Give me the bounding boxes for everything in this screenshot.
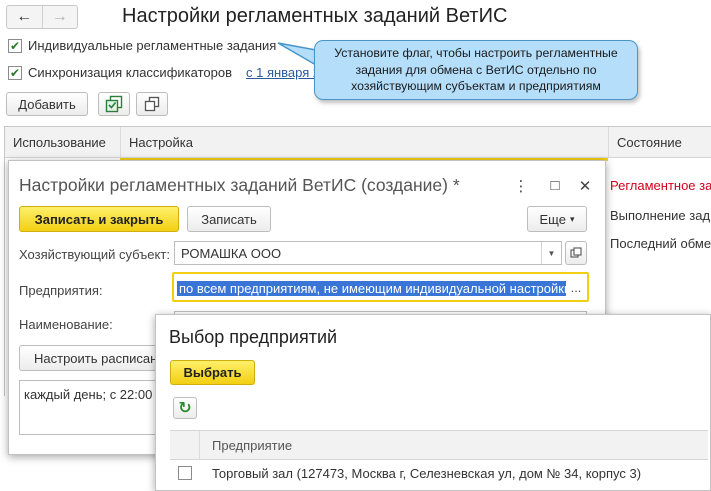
tooltip-pointer [277, 42, 317, 67]
close-icon[interactable]: ✕ [577, 177, 593, 195]
schedule-text-area[interactable]: каждый день; с 22:00 [19, 380, 159, 435]
column-header-setting[interactable]: Настройка [120, 127, 608, 158]
forward-arrow-icon[interactable]: → [41, 6, 78, 28]
status-text-0: Регламентное за [610, 178, 711, 193]
column-header-enterprise[interactable]: Предприятие [212, 438, 292, 453]
enterprises-select-button[interactable]: ... [567, 277, 585, 297]
select-button[interactable]: Выбрать [170, 360, 255, 385]
table-row[interactable]: Торговый зал (127473, Москва г, Селезнев… [170, 460, 708, 488]
status-text-2: Последний обме [610, 236, 711, 251]
configure-schedule-button[interactable]: Настроить расписан [19, 345, 159, 371]
more-button[interactable]: Еще ▾ [527, 206, 587, 232]
select-enterprises-dialog: Выбор предприятий Выбрать ↻ Предприятие … [155, 314, 711, 491]
individual-tasks-label: Индивидуальные регламентные задания [28, 38, 277, 53]
sync-classifiers-checkbox[interactable]: ✔ [8, 65, 22, 80]
copy-list-icon [105, 95, 123, 113]
column-header-status[interactable]: Состояние [608, 127, 711, 158]
checkbox-column-header [170, 431, 200, 459]
chevron-down-icon: ▾ [569, 213, 575, 224]
add-button[interactable]: Добавить [6, 92, 88, 116]
save-button[interactable]: Записать [187, 206, 271, 232]
column-header-usage[interactable]: Использование [5, 127, 120, 158]
hint-tooltip: Установите флаг, чтобы настроить регламе… [314, 40, 638, 100]
enterprises-table-header: Предприятие [170, 430, 708, 460]
refresh-icon[interactable]: ↻ [173, 397, 197, 419]
sync-classifiers-row: ✔ Синхронизация классификаторов с 1 янва… [8, 65, 320, 80]
maximize-icon[interactable]: □ [547, 177, 563, 194]
copy-button[interactable] [136, 92, 168, 116]
hint-text: Установите флаг, чтобы настроить регламе… [334, 46, 618, 94]
individual-tasks-row: ✔ Индивидуальные регламентные задания [8, 38, 276, 53]
more-actions-icon[interactable]: ⋮ [513, 177, 529, 195]
subject-label: Хозяйствующий субъект: [19, 247, 170, 262]
more-button-label: Еще [539, 211, 566, 227]
sync-classifiers-label: Синхронизация классификаторов [28, 65, 232, 80]
settings-dialog-title: Настройки регламентных заданий ВетИС (со… [19, 175, 460, 195]
schedule-text: каждый день; с 22:00 [24, 387, 153, 402]
copy-icon [144, 96, 160, 112]
page-title: Настройки регламентных заданий ВетИС [122, 5, 508, 27]
enterprises-label: Предприятия: [19, 283, 103, 298]
individual-tasks-checkbox[interactable]: ✔ [8, 38, 22, 53]
status-text-1: Выполнение зад [610, 208, 711, 223]
open-subject-button[interactable] [565, 241, 587, 265]
copy-list-button[interactable] [98, 92, 130, 116]
subject-field[interactable]: РОМАШКА ООО ▼ [174, 241, 562, 265]
enterprises-field[interactable]: по всем предприятиям, не имеющим индивид… [177, 277, 566, 299]
select-enterprises-title: Выбор предприятий [169, 327, 338, 347]
back-arrow-icon[interactable]: ← [7, 6, 42, 28]
navigation-buttons: ← → [6, 5, 78, 29]
subject-value: РОМАШКА ООО [181, 245, 282, 261]
enterprise-name: Торговый зал (127473, Москва г, Селезнев… [212, 466, 642, 481]
open-icon [570, 247, 582, 258]
save-and-close-button[interactable]: Записать и закрыть [19, 206, 179, 232]
enterprises-value: по всем предприятиям, не имеющим индивид… [177, 280, 566, 296]
chevron-down-icon[interactable]: ▼ [541, 242, 561, 264]
name-label: Наименование: [19, 317, 113, 332]
row-checkbox[interactable] [178, 466, 192, 480]
